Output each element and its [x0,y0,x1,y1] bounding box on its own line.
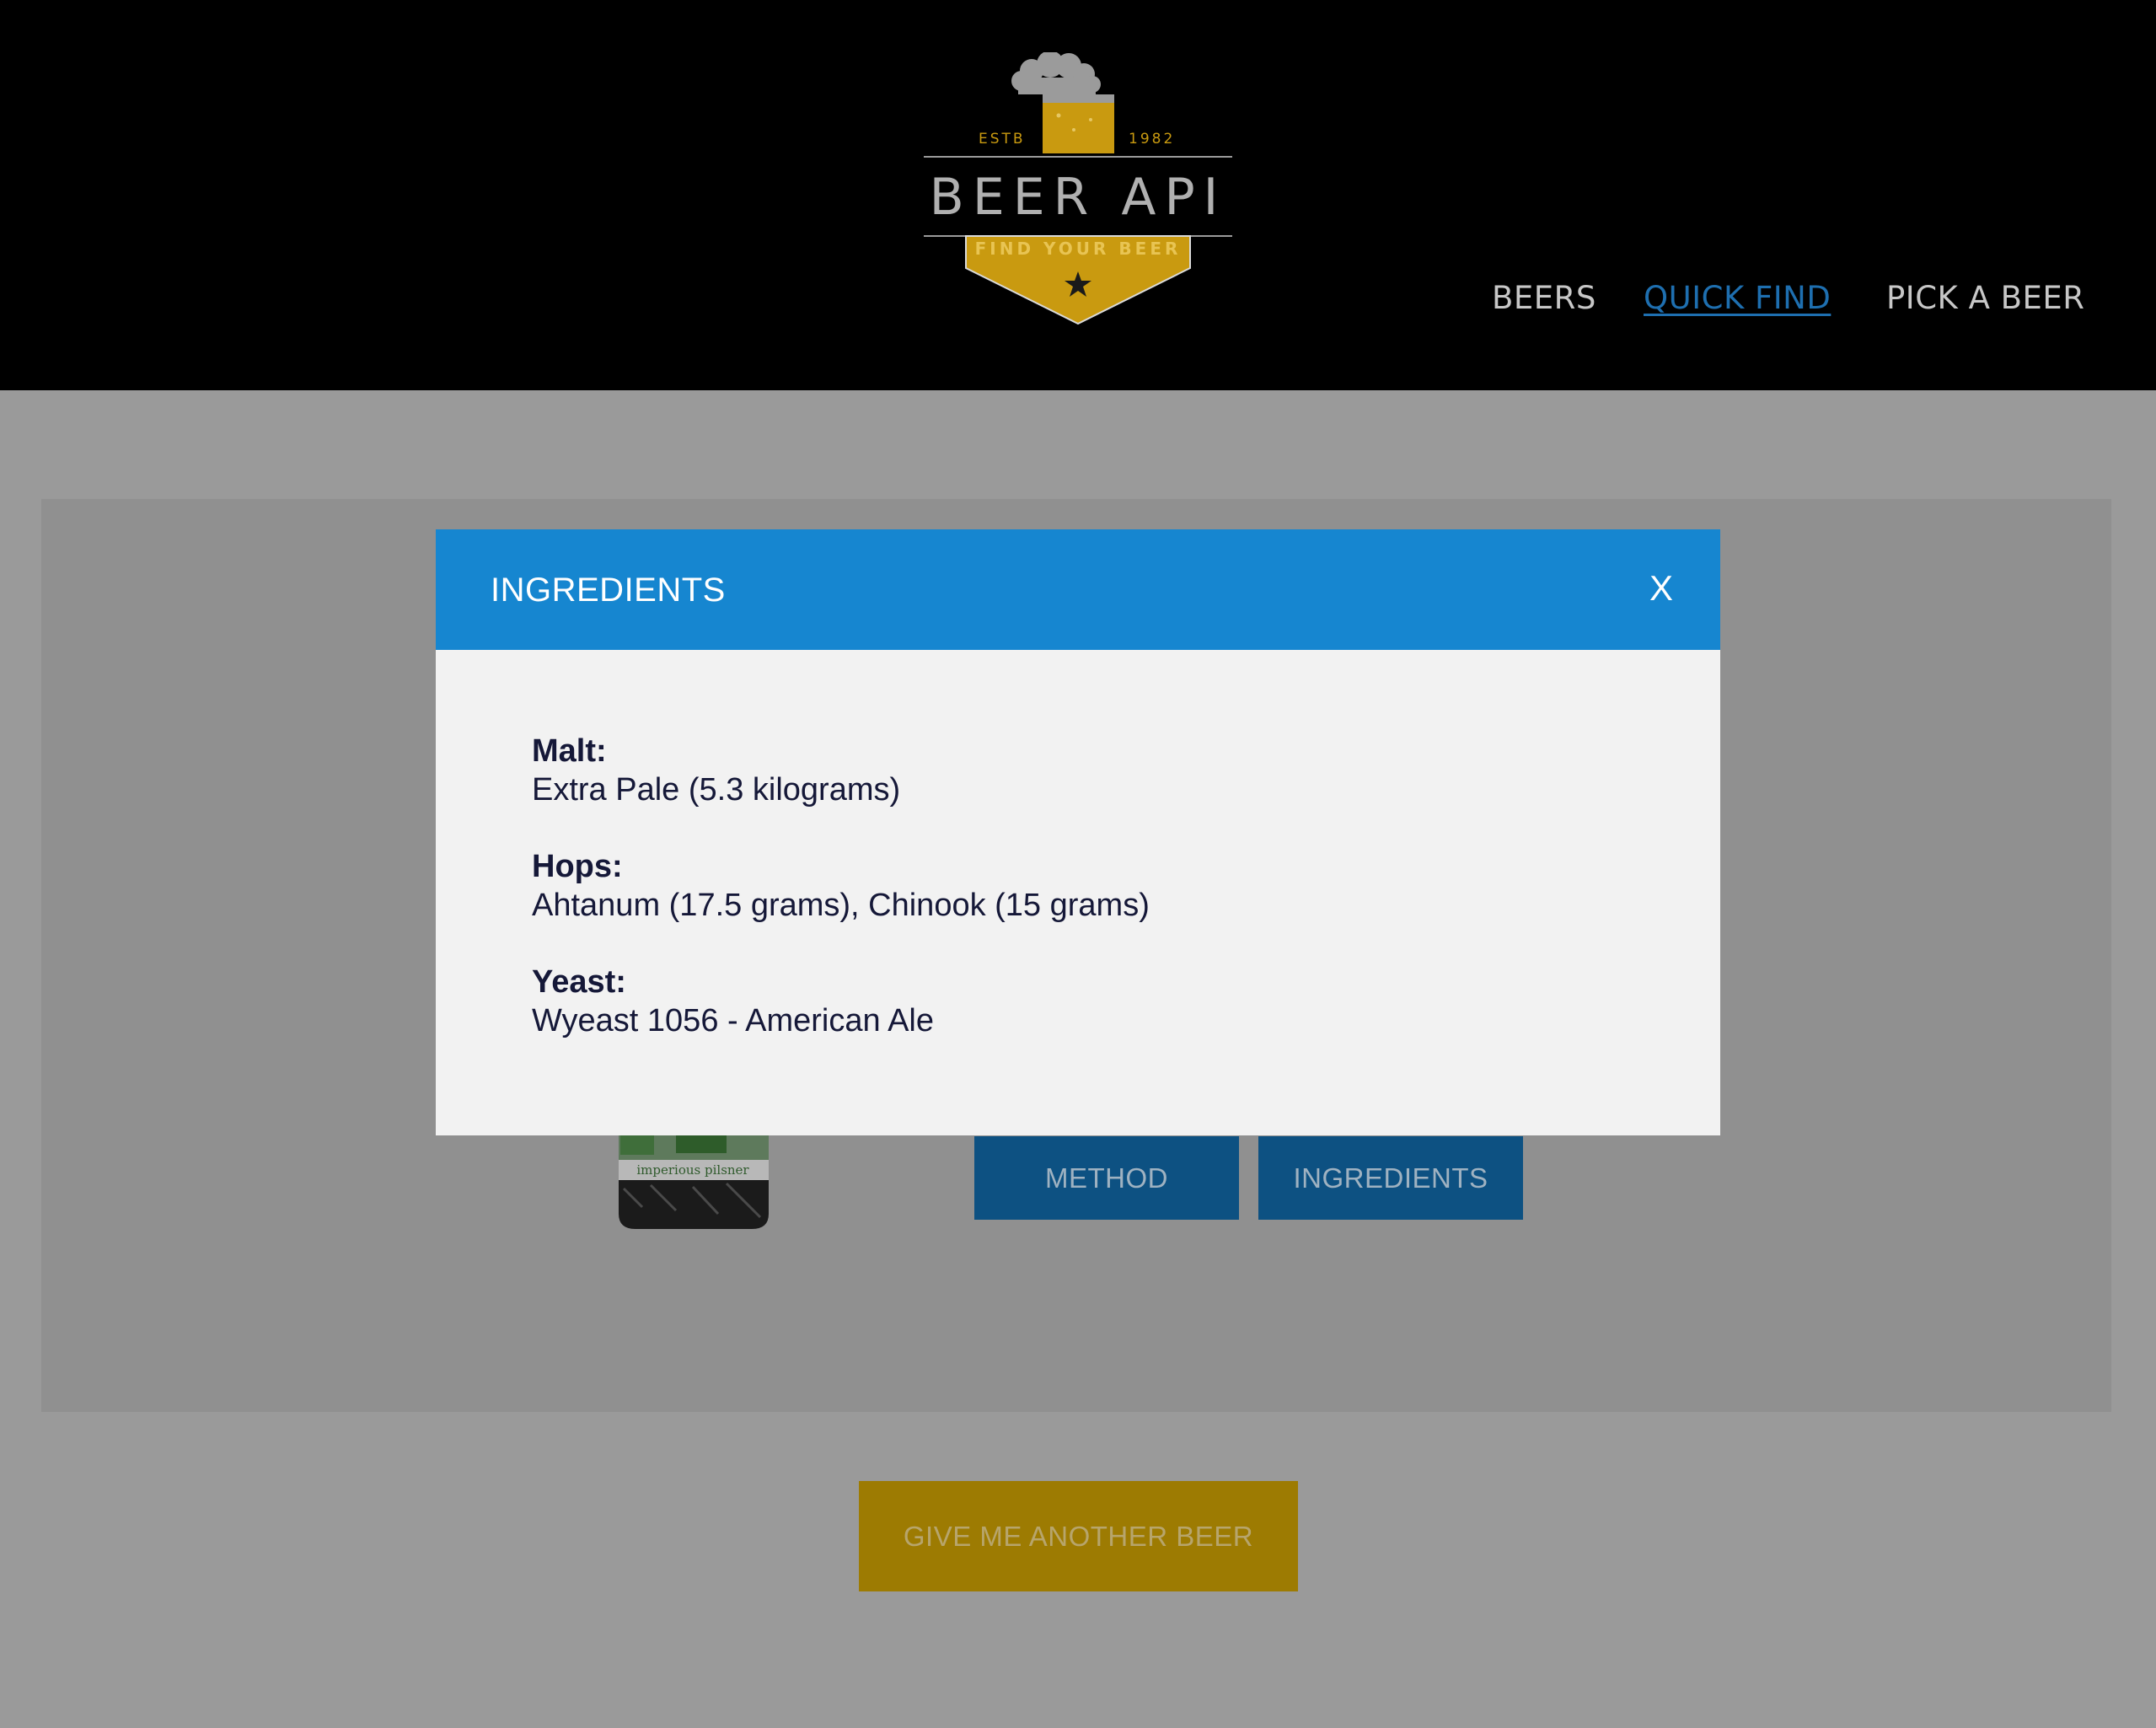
logo-name: BEER API [930,168,1227,227]
modal-body: Malt: Extra Pale (5.3 kilograms) Hops: A… [532,732,1628,1078]
beer-mug-icon [1043,101,1114,153]
ingredients-modal: INGREDIENTS X Malt: Extra Pale (5.3 kilo… [436,529,1720,1135]
malt-value: Extra Pale (5.3 kilograms) [532,772,901,808]
logo-year: 1982 [1129,131,1175,148]
nav-beers[interactable]: BEERS [1492,280,1596,316]
bottle-label-text: imperious pilsner [636,1162,749,1178]
site-header: ESTB 1982 BEER API FIND YOUR BEER BEERS … [0,0,2156,390]
malt-section: Malt: Extra Pale (5.3 kilograms) [532,732,1628,847]
ingredients-button[interactable]: INGREDIENTS [1258,1136,1523,1220]
yeast-value: Wyeast 1056 - American Ale [532,1003,935,1038]
beer-foam-icon [1011,52,1101,94]
modal-header: INGREDIENTS X [436,529,1720,650]
close-button[interactable]: X [1649,568,1673,609]
nav-quick-find[interactable]: QUICK FIND [1644,280,1831,316]
hops-label: Hops: [532,849,623,884]
yeast-section: Yeast: Wyeast 1056 - American Ale [532,963,1628,1078]
modal-title: INGREDIENTS [491,572,726,609]
logo-estb: ESTB [979,131,1026,148]
malt-label: Malt: [532,733,607,769]
give-another-beer-button[interactable]: GIVE ME ANOTHER BEER [859,1481,1298,1591]
logo-tagline: FIND YOUR BEER [975,239,1182,259]
nav-pick-a-beer[interactable]: PICK A BEER [1886,280,2085,316]
hops-value: Ahtanum (17.5 grams), Chinook (15 grams) [532,888,1150,923]
beer-bottle-image: imperious pilsner [619,1130,769,1229]
hops-section: Hops: Ahtanum (17.5 grams), Chinook (15 … [532,847,1628,963]
method-button[interactable]: METHOD [974,1136,1239,1220]
main-nav: BEERS QUICK FIND PICK A BEER [0,280,2156,322]
yeast-label: Yeast: [532,964,626,1000]
